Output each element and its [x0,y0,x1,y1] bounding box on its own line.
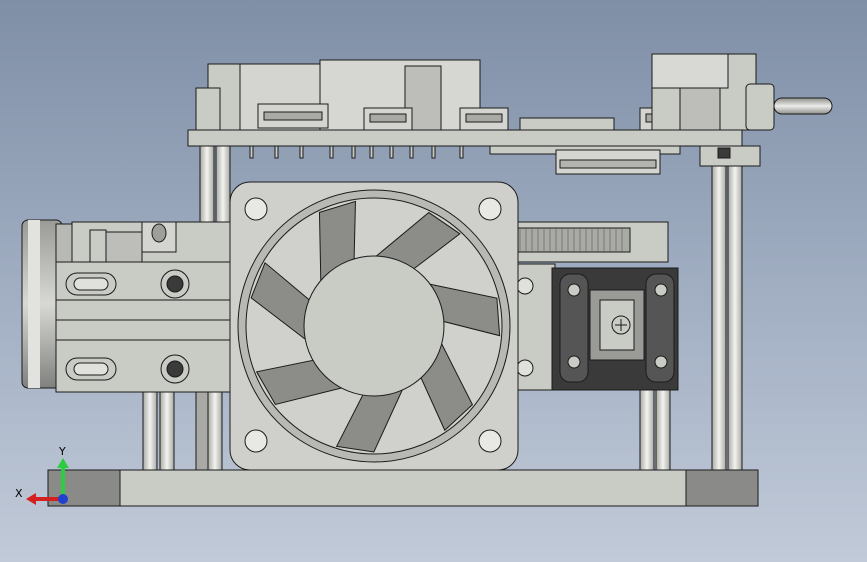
assembly [21,53,833,507]
base-plate [47,469,759,507]
dark-clip-bracket [551,267,679,391]
cad-viewport[interactable]: Y X [0,0,867,562]
cooling-fan [229,181,519,471]
cad-model-drawing: Y X [15,53,833,507]
x-axis-label: X [15,487,23,500]
y-axis-label: Y [58,445,66,458]
circuit-board [187,129,761,175]
pump-block [55,221,239,393]
board-components [195,53,833,131]
